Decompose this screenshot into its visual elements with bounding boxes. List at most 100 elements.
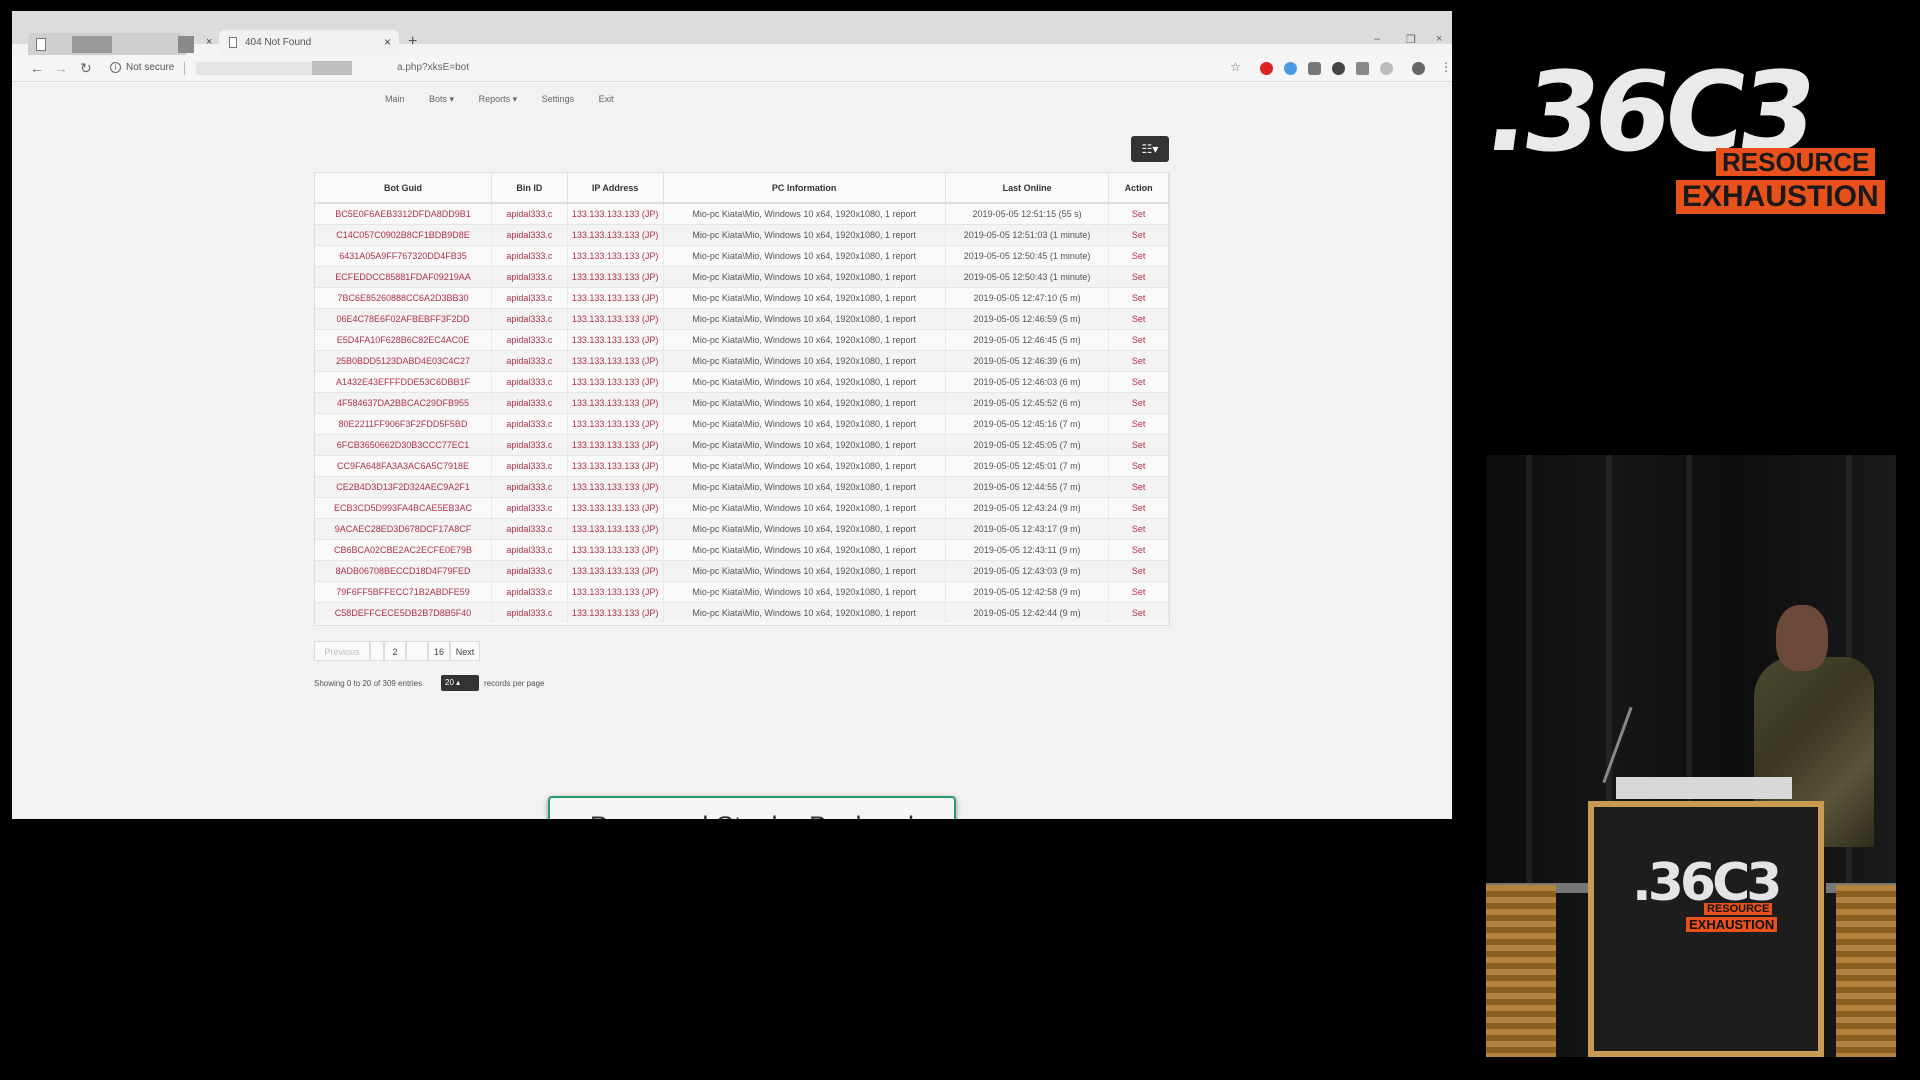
extension-icon[interactable] — [1284, 62, 1297, 75]
ip-address-cell: 133.133.133.133 (JP) — [567, 517, 664, 539]
bookmark-star-icon[interactable]: ☆ — [1230, 60, 1241, 74]
records-per-page-select[interactable]: 20 ▴ — [441, 675, 479, 691]
action-set-link[interactable]: Set — [1108, 580, 1169, 602]
column-header[interactable]: Last Online — [945, 173, 1110, 204]
action-set-link[interactable]: Set — [1108, 349, 1169, 371]
new-tab-button[interactable]: + — [408, 33, 417, 51]
tab-404-not-found[interactable]: 404 Not Found × — [219, 30, 399, 56]
action-set-link[interactable]: Set — [1108, 454, 1169, 476]
action-set-link[interactable]: Set — [1108, 538, 1169, 560]
opera-extension-icon[interactable] — [1260, 62, 1273, 75]
bot-guid-cell[interactable]: 9ACAEC28ED3D678DCF17A8CF — [315, 517, 493, 539]
bin-id-cell: apidal333.c — [491, 601, 568, 623]
bin-id-cell: apidal333.c — [491, 391, 568, 413]
entries-summary: Showing 0 to 20 of 309 entries — [314, 679, 423, 688]
action-set-link[interactable]: Set — [1108, 433, 1169, 455]
last-online-cell: 2019-05-05 12:43:17 (9 m) — [945, 517, 1110, 539]
pocket-icon[interactable] — [1308, 62, 1321, 75]
bot-guid-cell[interactable]: 25B0BDD5123DABD4E03C4C27 — [315, 349, 493, 371]
extension-icon[interactable] — [1356, 62, 1369, 75]
security-status[interactable]: Not secure — [126, 62, 174, 73]
nav-bots[interactable]: Bots ▾ — [429, 94, 454, 104]
tab-title: 404 Not Found — [245, 37, 312, 48]
nav-exit[interactable]: Exit — [599, 94, 614, 104]
column-header[interactable]: IP Address — [567, 173, 664, 204]
bot-guid-cell[interactable]: 6FCB3650662D30B3CCC77EC1 — [315, 433, 493, 455]
pc-info-cell: Mio-pc Kiata\Mio, Windows 10 x64, 1920x1… — [663, 475, 946, 497]
bot-guid-cell[interactable]: 06E4C78E6F02AFBEBFF3F2DD — [315, 307, 493, 329]
column-header[interactable]: Bin ID — [491, 173, 568, 204]
column-header[interactable]: Bot Guid — [315, 173, 493, 204]
bot-guid-cell[interactable]: CB6BCA02CBE2AC2ECFE0E79B — [315, 538, 493, 560]
pagination-page[interactable] — [406, 641, 428, 661]
column-header[interactable]: PC Information — [663, 173, 946, 204]
forward-arrow-icon[interactable]: → — [54, 60, 68, 76]
table-header-row: Bot Guid Bin ID IP Address PC Informatio… — [315, 173, 1169, 204]
page-icon — [229, 37, 237, 48]
close-window-icon[interactable]: × — [1436, 33, 1442, 45]
action-set-link[interactable]: Set — [1108, 517, 1169, 539]
bot-guid-cell[interactable]: 4F584637DA2BBCAC29DFB955 — [315, 391, 493, 413]
ip-address-cell: 133.133.133.133 (JP) — [567, 328, 664, 350]
column-header[interactable]: Action — [1108, 173, 1169, 204]
reload-icon[interactable]: ↻ — [80, 60, 92, 77]
ip-address-cell: 133.133.133.133 (JP) — [567, 223, 664, 245]
action-set-link[interactable]: Set — [1108, 496, 1169, 518]
action-set-link[interactable]: Set — [1108, 265, 1169, 287]
action-set-link[interactable]: Set — [1108, 286, 1169, 308]
pc-info-cell: Mio-pc Kiata\Mio, Windows 10 x64, 1920x1… — [663, 496, 946, 518]
bot-guid-cell[interactable]: ECB3CD5D993FA4BCAE5EB3AC — [315, 496, 493, 518]
tab-redacted[interactable]: × — [28, 33, 212, 55]
close-tab-icon[interactable]: × — [206, 36, 212, 48]
last-online-cell: 2019-05-05 12:50:43 (1 minute) — [945, 265, 1110, 287]
bot-guid-cell[interactable]: C58DEFFCECE5DB2B7D8B5F40 — [315, 601, 493, 623]
action-set-link[interactable]: Set — [1108, 412, 1169, 434]
pagination-previous[interactable]: Previous — [314, 641, 370, 661]
action-set-link[interactable]: Set — [1108, 391, 1169, 413]
bot-guid-cell[interactable]: CE2B4D3D13F2D324AEC9A2F1 — [315, 475, 493, 497]
logo-exhaustion: EXHAUSTION — [1676, 180, 1885, 214]
last-online-cell: 2019-05-05 12:42:58 (9 m) — [945, 580, 1110, 602]
bot-guid-cell[interactable]: 7BC6E85260888CC6A2D3BB30 — [315, 286, 493, 308]
extension-icon[interactable] — [1380, 62, 1393, 75]
action-set-link[interactable]: Set — [1108, 223, 1169, 245]
action-set-link[interactable]: Set — [1108, 559, 1169, 581]
bot-guid-cell[interactable]: ECFEDDCC85881FDAF09219AA — [315, 265, 493, 287]
bot-guid-cell[interactable]: A1432E43EFFFDDE53C6DBB1F — [315, 370, 493, 392]
action-set-link[interactable]: Set — [1108, 475, 1169, 497]
menu-kebab-icon[interactable]: ⋮ — [1440, 60, 1452, 74]
pagination-page[interactable]: 16 — [428, 641, 450, 661]
bot-guid-cell[interactable]: 8ADB06708BECCD18D4F79FED — [315, 559, 493, 581]
profile-avatar[interactable] — [1412, 62, 1425, 75]
column-toggle-button[interactable]: ☷▾ — [1131, 136, 1169, 162]
bot-guid-cell[interactable]: 79F6FF5BFFECC71B2ABDFE59 — [315, 580, 493, 602]
address-bar-url[interactable]: a.php?xksE=bot — [397, 62, 469, 73]
table-row: E5D4FA10F628B6C82EC4AC0E apidal333.c 133.1… — [315, 328, 1169, 350]
pagination-page[interactable]: 2 — [384, 641, 406, 661]
restore-icon[interactable]: ❐ — [1406, 33, 1416, 46]
bot-guid-cell[interactable]: C14C057C0902B8CF1BDB9D8E — [315, 223, 493, 245]
info-icon[interactable]: i — [110, 62, 121, 73]
nav-main[interactable]: Main — [385, 94, 405, 104]
bin-id-cell: apidal333.c — [491, 244, 568, 266]
action-set-link[interactable]: Set — [1108, 307, 1169, 329]
action-set-link[interactable]: Set — [1108, 370, 1169, 392]
close-tab-icon[interactable]: × — [384, 35, 391, 49]
nav-reports[interactable]: Reports ▾ — [479, 94, 518, 104]
bot-guid-cell[interactable]: 80E2211FF906F3F2FDD5F5BD — [315, 412, 493, 434]
bot-guid-cell[interactable]: BC5E0F6AEB3312DFDA8DD9B1 — [315, 202, 493, 224]
action-set-link[interactable]: Set — [1108, 328, 1169, 350]
ip-address-cell: 133.133.133.133 (JP) — [567, 286, 664, 308]
pagination-next[interactable]: Next — [450, 641, 480, 661]
pagination-page[interactable] — [370, 641, 384, 661]
bot-guid-cell[interactable]: E5D4FA10F628B6C82EC4AC0E — [315, 328, 493, 350]
bot-guid-cell[interactable]: CC9FA648FA3A3AC6A5C7918E — [315, 454, 493, 476]
action-set-link[interactable]: Set — [1108, 244, 1169, 266]
minimize-icon[interactable]: – — [1374, 33, 1380, 45]
bot-guid-cell[interactable]: 6431A05A9FF767320DD4FB35 — [315, 244, 493, 266]
extension-icon[interactable] — [1332, 62, 1345, 75]
action-set-link[interactable]: Set — [1108, 601, 1169, 623]
nav-settings[interactable]: Settings — [542, 94, 575, 104]
back-arrow-icon[interactable]: ← — [30, 60, 44, 76]
action-set-link[interactable]: Set — [1108, 202, 1169, 224]
